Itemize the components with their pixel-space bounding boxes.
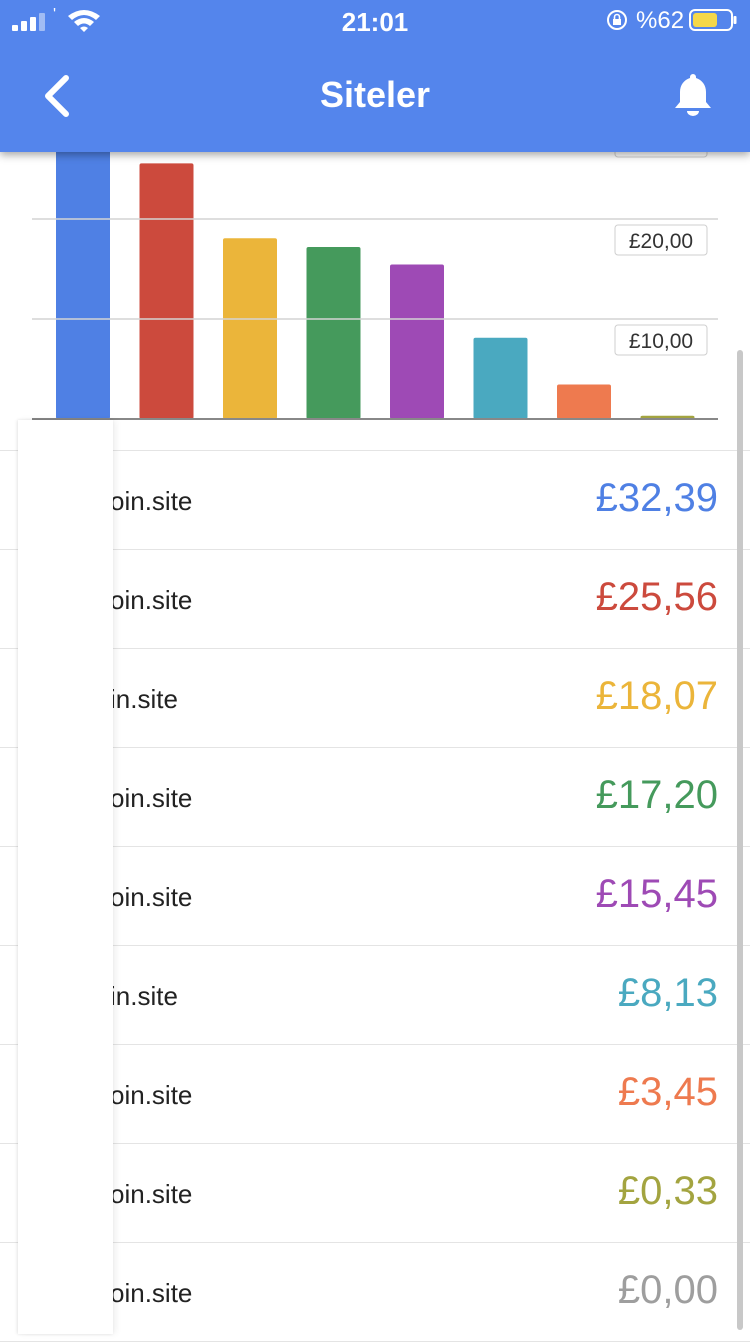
site-name: oin.site (110, 1080, 193, 1110)
chart-bar[interactable] (139, 163, 194, 419)
site-name: oin.site (110, 882, 193, 912)
site-amount: £17,20 (595, 773, 718, 817)
left-side-panel (18, 420, 113, 1334)
chart-bar[interactable] (306, 247, 361, 419)
svg-text:£10,00: £10,00 (629, 330, 693, 353)
site-amount: £15,45 (595, 872, 718, 916)
scrollbar[interactable] (737, 350, 743, 1330)
chart-bar[interactable] (223, 238, 277, 419)
page-title: Siteler (319, 74, 431, 115)
site-amount: £32,39 (595, 476, 718, 520)
site-name: in.site (110, 684, 178, 714)
app-header-bar: ' 21:01 %62 Siteler (0, 0, 750, 152)
site-amount: £3,45 (617, 1070, 718, 1114)
notifications-button[interactable] (666, 68, 720, 122)
site-name: oin.site (110, 486, 193, 516)
status-bar: ' 21:01 %62 (0, 0, 750, 40)
earnings-bar-chart: £10,00 £20,00 (32, 152, 718, 420)
chart-y-tick-label: £20,00 (614, 224, 708, 256)
chart-y-tick-label (614, 152, 708, 158)
site-name: oin.site (110, 1278, 193, 1308)
site-amount: £0,00 (617, 1268, 718, 1312)
battery-icon (689, 9, 737, 31)
site-name: oin.site (110, 783, 193, 813)
site-name: oin.site (110, 1179, 193, 1209)
bell-icon (675, 74, 711, 116)
site-amount: £18,07 (595, 674, 718, 718)
chart-bar[interactable] (473, 337, 528, 419)
battery-percent: %62 (636, 7, 685, 34)
chart-bar[interactable] (390, 264, 444, 420)
chart-bar[interactable] (557, 384, 611, 420)
site-name: oin.site (110, 585, 193, 615)
chart-bar[interactable] (56, 152, 110, 419)
site-amount: £0,33 (617, 1169, 718, 1213)
orientation-lock-icon (607, 10, 627, 30)
site-amount: £8,13 (617, 971, 718, 1015)
site-name: in.site (110, 981, 178, 1011)
svg-text:£20,00: £20,00 (629, 230, 693, 253)
navigation-header: Siteler (0, 40, 750, 152)
site-amount: £25,56 (595, 575, 718, 619)
chart-y-tick-label: £10,00 (614, 324, 708, 356)
